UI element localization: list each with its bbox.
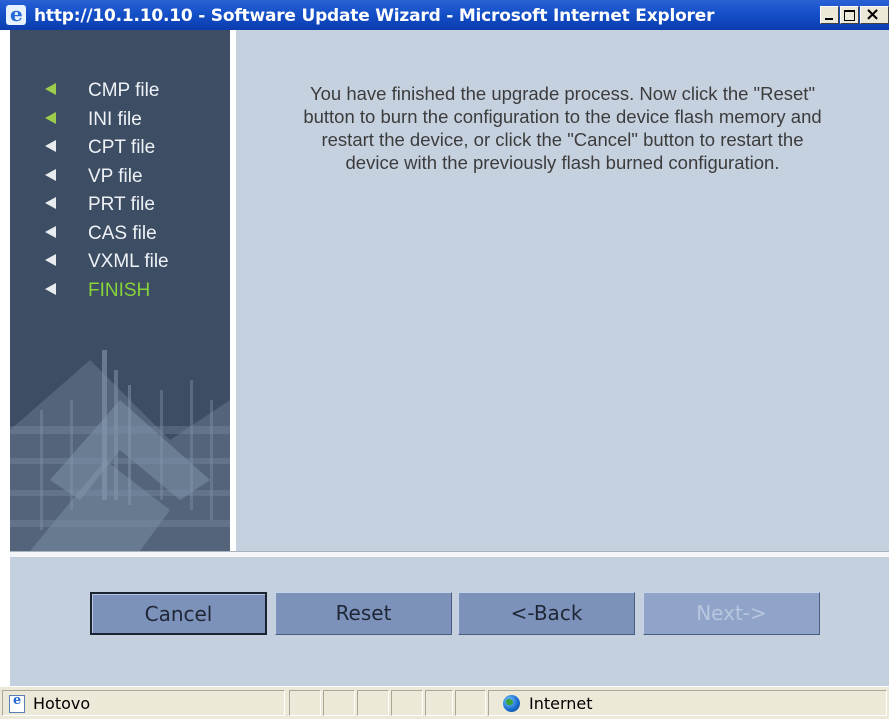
green-arrow-icon <box>45 83 56 95</box>
status-pane <box>455 690 486 716</box>
step-label: CPT file <box>88 137 156 158</box>
maximize-button[interactable] <box>840 6 859 24</box>
zone-label: Internet <box>529 694 593 713</box>
back-button[interactable]: <-Back <box>458 592 635 635</box>
page-icon <box>9 693 25 713</box>
message-line: button to burn the configuration to the … <box>303 106 822 127</box>
step-label-active: FINISH <box>88 279 151 301</box>
status-main-pane: Hotovo <box>2 690 285 716</box>
white-arrow-icon <box>45 140 56 152</box>
status-bar: Hotovo Internet <box>0 686 889 719</box>
reset-button[interactable]: Reset <box>275 592 452 635</box>
white-arrow-icon <box>45 168 56 181</box>
internet-explorer-icon <box>6 2 26 26</box>
wizard-steps-sidebar: CMP file INI file CPT file VP file PRT f… <box>10 30 230 551</box>
step-label: CMP file <box>88 80 160 101</box>
status-pane <box>391 690 423 716</box>
wizard-content: You have finished the upgrade process. N… <box>236 30 889 551</box>
step-label: CAS file <box>88 222 157 244</box>
step-label: INI file <box>88 108 142 130</box>
wizard-footer: Cancel Reset <-Back Next-> <box>10 557 889 686</box>
security-zone-pane[interactable]: Internet <box>488 690 887 716</box>
sidebar-decoration-graphic <box>10 350 230 551</box>
status-text: Hotovo <box>33 694 91 713</box>
finish-message: You have finished the upgrade process. N… <box>236 82 889 174</box>
step-label: VXML file <box>88 251 169 272</box>
white-arrow-icon <box>45 225 56 238</box>
browser-window: http://10.1.10.10 - Software Update Wiza… <box>0 0 889 719</box>
minimize-button[interactable] <box>820 6 839 24</box>
title-bar[interactable]: http://10.1.10.10 - Software Update Wiza… <box>0 0 889 30</box>
step-label: VP file <box>88 165 143 187</box>
message-line: restart the device, or click the "Cancel… <box>321 129 804 150</box>
status-pane <box>289 690 321 716</box>
step-label: PRT file <box>88 194 155 215</box>
green-arrow-icon <box>45 111 56 124</box>
globe-icon <box>503 695 520 712</box>
white-arrow-icon <box>45 254 56 266</box>
white-arrow-icon <box>45 197 56 209</box>
cancel-button[interactable]: Cancel <box>90 592 267 635</box>
next-button-disabled: Next-> <box>643 592 820 635</box>
status-pane <box>357 690 389 716</box>
message-line: device with the previously flash burned … <box>345 152 780 173</box>
white-arrow-icon <box>45 282 56 295</box>
status-pane <box>323 690 355 716</box>
message-line: You have finished the upgrade process. N… <box>309 83 816 104</box>
window-title: http://10.1.10.10 - Software Update Wiza… <box>34 6 715 26</box>
status-pane <box>425 690 453 716</box>
close-button[interactable] <box>860 4 889 25</box>
